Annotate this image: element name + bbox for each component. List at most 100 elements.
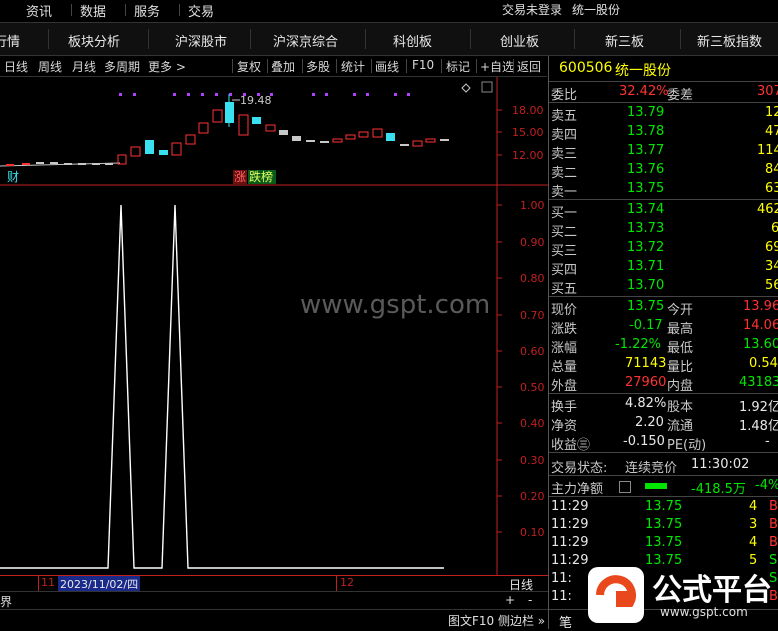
indicator-chart[interactable]: 1.00 0.90 0.80 0.70 0.60 0.50 0.40 0.30 …	[0, 187, 548, 575]
period-daily[interactable]: 日线	[4, 58, 28, 75]
menu-bar: 资讯 数据 服务 交易 交易未登录 统一股份	[0, 0, 778, 20]
stat-value: -0.17	[629, 318, 663, 333]
tab-neeq[interactable]: 新三板	[605, 31, 644, 50]
tool-overlay[interactable]: 叠加	[271, 58, 295, 75]
ask-volume: 114	[757, 143, 778, 158]
candle	[306, 140, 315, 142]
tool-stats[interactable]: 统计	[341, 58, 365, 75]
logo-url: www.gspt.com	[660, 605, 748, 619]
stat-value: 14.06	[743, 318, 778, 333]
tab-chinext[interactable]: 创业板	[500, 31, 539, 50]
zoom-in-button[interactable]: +	[505, 593, 515, 607]
f10-sidebar-toggle[interactable]: 图文F10 侧边栏 »	[448, 612, 545, 629]
gspt-logo: 公式平台 www.gspt.com	[582, 561, 778, 629]
candle	[159, 150, 168, 155]
main-flow-bar	[645, 483, 667, 489]
wei-cha-label: 委差	[667, 88, 694, 103]
quote-panel: 600506 统一股份 委比 32.42% 委差 307 卖五 13.79 12 卖…	[548, 56, 778, 631]
tool-draw[interactable]: 画线	[375, 58, 399, 75]
ask-row-1: 卖一 13.75 63	[549, 180, 778, 200]
indicator-tick: 0.30	[520, 454, 545, 467]
bid-price: 13.70	[627, 278, 665, 293]
ask-price: 13.77	[627, 143, 665, 158]
candle	[279, 130, 288, 135]
candle	[332, 138, 343, 143]
stat-value: 13.75	[627, 299, 665, 314]
tab-sh-sz-bj[interactable]: 沪深京综合	[273, 31, 338, 50]
tick-price: 13.75	[645, 535, 683, 550]
ask-label: 卖五	[551, 109, 578, 124]
tab-sh-sz[interactable]: 沪深股市	[175, 31, 227, 50]
tab-sector-analysis[interactable]: 板块分析	[68, 31, 120, 50]
logo-name: 公式平台	[652, 573, 772, 608]
limit-tag: 涨	[234, 169, 246, 184]
trade-status-label: 交易状态:	[551, 461, 608, 476]
candle	[412, 140, 423, 147]
tab-neeq-index[interactable]: 新三板指数	[697, 31, 762, 50]
tool-mark[interactable]: 标记	[446, 58, 470, 75]
stat-value: -1.22%	[615, 337, 661, 352]
menu-service[interactable]: 服务	[134, 1, 160, 20]
toolbar-divider	[476, 59, 477, 73]
tick-row: 11:29 13.75 4 B	[549, 534, 778, 552]
candle	[50, 162, 58, 164]
stat2-row: 收益㊂ -0.150 PE(动) -	[549, 433, 778, 453]
stat-row: 现价 13.75 今开 13.96	[549, 298, 778, 318]
stat-value: 43183	[739, 375, 778, 390]
wei-bi-row: 委比 32.42% 委差 307	[549, 83, 778, 103]
ask-price: 13.75	[627, 181, 665, 196]
stat-value: 1.48亿	[739, 419, 778, 434]
stat-row: 涨幅 -1.22% 最低 13.60	[549, 336, 778, 356]
tick-row: 11:29 13.75 3 B	[549, 516, 778, 534]
timeline-label-left: 11	[41, 576, 55, 589]
zoom-out-button[interactable]: -	[528, 593, 532, 607]
stat-label: 股本	[667, 400, 694, 415]
candle	[130, 146, 141, 157]
period-multi[interactable]: 多周期	[104, 58, 140, 75]
login-status[interactable]: 交易未登录	[502, 1, 562, 18]
ask-row-5: 卖五 13.79 12	[549, 104, 778, 124]
stat-value: 27960	[625, 375, 667, 390]
ask-label: 卖二	[551, 166, 578, 181]
candle	[212, 109, 223, 123]
period-weekly[interactable]: 周线	[38, 58, 62, 75]
menu-trade[interactable]: 交易	[188, 1, 214, 20]
stat2-row: 净资 2.20 流通 1.48亿	[549, 414, 778, 434]
candle	[372, 128, 383, 138]
info-icon[interactable]	[619, 481, 631, 493]
tool-multi-stock[interactable]: 多股	[306, 58, 330, 75]
menu-data[interactable]: 数据	[80, 1, 106, 20]
tab-quotes[interactable]: 行情	[0, 31, 20, 50]
period-more[interactable]: 更多 >	[148, 58, 186, 75]
tool-f10[interactable]: F10	[412, 58, 434, 72]
timeline-tick	[336, 576, 337, 591]
bid-volume: 34	[765, 259, 778, 274]
tab-star-market[interactable]: 科创板	[393, 31, 432, 50]
stat-value: 1.92亿	[739, 400, 778, 415]
tool-back[interactable]: 返回	[517, 58, 541, 75]
bid-label: 买一	[551, 206, 578, 221]
indicator-tick: 0.70	[520, 309, 545, 322]
price-tick: 12.00	[512, 149, 544, 162]
tick-side: B	[769, 535, 778, 550]
timeline-bar: 11 2023/11/02/四 12 日线	[0, 575, 548, 592]
tick-side: B	[769, 499, 778, 514]
period-monthly[interactable]: 月线	[72, 58, 96, 75]
tick-side: B	[769, 517, 778, 532]
tool-adjust[interactable]: 复权	[237, 58, 261, 75]
candle	[78, 163, 86, 165]
candle	[6, 164, 14, 166]
bid-price: 13.73	[627, 221, 665, 236]
tool-add-watchlist[interactable]: +自选	[480, 58, 514, 75]
tab-tick-detail[interactable]: 笔	[559, 612, 572, 631]
main-flow-label: 主力净额	[551, 482, 604, 497]
candle	[425, 138, 436, 143]
toolbar-divider	[371, 59, 372, 73]
diamond-icon	[461, 83, 471, 93]
tick-volume: 4	[749, 499, 758, 514]
ask-volume: 84	[765, 162, 778, 177]
stock-code: 600506	[559, 60, 613, 76]
menu-news[interactable]: 资讯	[26, 1, 52, 20]
kline-chart[interactable]: 19.48 18.00 15.00 12.00 财 涨 跌榜	[0, 77, 548, 187]
logo-mark-icon	[588, 567, 644, 623]
